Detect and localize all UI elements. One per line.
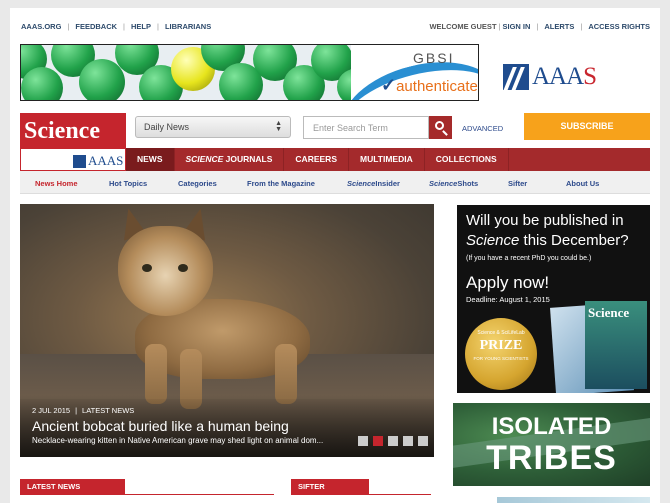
link-feedback[interactable]: FEEDBACK — [75, 22, 117, 31]
main-nav: NEWS SCIENCE JOURNALS CAREERS MULTIMEDIA… — [126, 148, 650, 176]
hero-date: 2 JUL 2015 — [32, 406, 71, 415]
subnav-sifter[interactable]: Sifter — [508, 179, 527, 188]
hero-category: LATEST NEWS — [82, 406, 135, 415]
access-rights-link[interactable]: ACCESS RIGHTS — [588, 22, 650, 31]
subnav-categories[interactable]: Categories — [178, 179, 217, 188]
prize-ad-apply: Apply now! — [466, 273, 550, 292]
subnav-news-home[interactable]: News Home — [35, 179, 78, 188]
science-logo[interactable]: Science AAAS — [20, 113, 126, 171]
checkmark-icon: ✓ — [381, 75, 397, 95]
tribes-title-line1: ISOLATED — [491, 413, 612, 440]
link-help[interactable]: HELP — [131, 22, 151, 31]
search-icon — [435, 121, 444, 130]
hero-title[interactable]: Ancient bobcat buried like a human being — [32, 418, 289, 434]
alerts-link[interactable]: ALERTS — [544, 22, 574, 31]
link-librarians[interactable]: LIBRARIANS — [165, 22, 211, 31]
nav-careers[interactable]: CAREERS — [284, 148, 349, 171]
link-aaas-org[interactable]: AAAS.ORG — [21, 22, 61, 31]
ad-thumbnail — [497, 497, 650, 503]
aaas-logo[interactable]: AAAS — [503, 63, 597, 91]
hero-description: Necklace-wearing kitten in Native Americ… — [32, 436, 324, 445]
aaas-small-logo: AAAS — [73, 153, 123, 169]
molecule-image — [21, 45, 351, 100]
subnav-hot-topics[interactable]: Hot Topics — [109, 179, 147, 188]
subnav-science-insider[interactable]: ScienceInsider — [347, 179, 400, 188]
subnav-science-shots[interactable]: ScienceShots — [429, 179, 478, 188]
nav-collections[interactable]: COLLECTIONS — [425, 148, 509, 171]
search-input[interactable]: Enter Search Term — [303, 116, 429, 139]
latest-news-tab[interactable]: LATEST NEWS — [20, 479, 125, 494]
sign-in-link[interactable]: SIGN IN — [502, 22, 530, 31]
science-wordmark: Science — [21, 114, 125, 149]
section-select[interactable]: Daily News ▲ ▼ — [135, 116, 291, 138]
advanced-search-link[interactable]: ADVANCED — [462, 124, 503, 133]
prize-ad-deadline: Deadline: August 1, 2015 — [466, 295, 550, 304]
nav-news[interactable]: NEWS — [126, 148, 175, 176]
authenticate-logo: ✓authenticate — [381, 75, 478, 95]
magazine-cover-image: Science — [585, 301, 647, 389]
utility-bar: AAAS.ORG | FEEDBACK | HELP | LIBRARIANS … — [21, 22, 650, 31]
prize-ad-headline: Will you be published in Science this Dec… — [466, 212, 629, 249]
slide-dot-4[interactable] — [403, 436, 413, 446]
nav-science-journals[interactable]: SCIENCE JOURNALS — [175, 148, 285, 171]
slide-dot-5[interactable] — [418, 436, 428, 446]
select-arrows-icon: ▲ ▼ — [275, 120, 282, 133]
sifter-tab[interactable]: SIFTER — [291, 479, 369, 494]
slide-dot-1[interactable] — [358, 436, 368, 446]
prize-medal-icon: Science & SciLifeLab PRIZE FOR YOUNG SCI… — [465, 318, 537, 390]
gbsi-logo: GBSI — [413, 50, 455, 66]
search-button[interactable] — [429, 116, 452, 139]
aaas-mark-icon — [73, 154, 86, 168]
prize-ad-subtext: (If you have a recent PhD you could be.) — [466, 255, 592, 262]
subnav-from-magazine[interactable]: From the Magazine — [247, 179, 315, 188]
hero-meta: 2 JUL 2015 | LATEST NEWS — [32, 406, 135, 415]
prize-ad[interactable]: Will you be published in Science this Dec… — [457, 205, 650, 393]
welcome-text: WELCOME GUEST — [429, 22, 497, 31]
banner-ad[interactable]: GBSI ✓authenticate — [20, 44, 479, 101]
nav-multimedia[interactable]: MULTIMEDIA — [349, 148, 425, 171]
slide-dot-3[interactable] — [388, 436, 398, 446]
subnav-about-us[interactable]: About Us — [566, 179, 599, 188]
page: AAAS.ORG | FEEDBACK | HELP | LIBRARIANS … — [10, 8, 660, 503]
slide-indicators — [358, 436, 433, 446]
slide-dot-2[interactable] — [373, 436, 383, 446]
tribes-title-line2: TRIBES — [486, 439, 617, 477]
hero-slideshow[interactable]: 2 JUL 2015 | LATEST NEWS Ancient bobcat bu… — [20, 204, 434, 457]
subscribe-button[interactable]: SUBSCRIBE — [524, 113, 650, 140]
aaas-mark-icon — [503, 64, 529, 90]
sub-nav: News Home Hot Topics Categories From the… — [20, 171, 650, 194]
isolated-tribes-ad[interactable]: ISOLATED TRIBES — [453, 403, 650, 486]
